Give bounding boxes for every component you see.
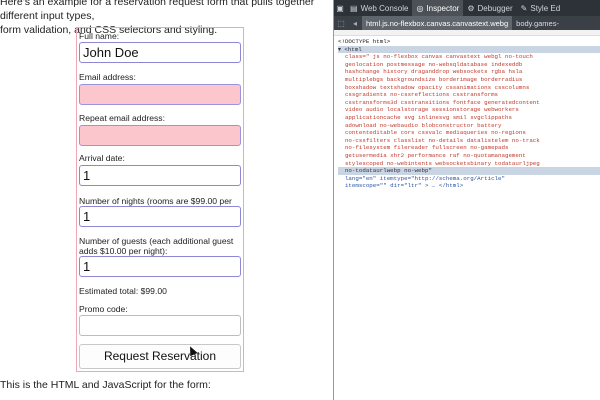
- markup-toolbar: [334, 30, 600, 36]
- markup-line[interactable]: adownload no-webaudio blobconstructor ba…: [338, 122, 600, 130]
- estimated-total: Estimated total: $99.00: [79, 286, 167, 296]
- tab-style-editor[interactable]: ✎ Style Ed: [517, 0, 565, 16]
- markup-view: <!DOCTYPE html> ▾ <html class=" js no-fl…: [338, 38, 600, 190]
- markup-line[interactable]: itemscope="" dir="ltr" > … </html>: [338, 182, 600, 190]
- devtools-tab-bar: ▣ ▤ Web Console ◎ Inspector ⚙ Debugger ✎…: [334, 0, 600, 16]
- devtools-close-icon[interactable]: ▣: [334, 0, 346, 16]
- nights-input[interactable]: 1: [79, 206, 241, 227]
- markup-line[interactable]: no-cssfilters classlist no-details datal…: [338, 137, 600, 145]
- guests-input[interactable]: 1: [79, 256, 241, 277]
- full-name-input[interactable]: John Doe: [79, 42, 241, 63]
- markup-line[interactable]: multiplebgs backgroundsize borderimage b…: [338, 76, 600, 84]
- tab-debugger[interactable]: ⚙ Debugger: [463, 0, 516, 16]
- article-page: Here's an example for a reservation requ…: [0, 0, 333, 400]
- tab-inspector[interactable]: ◎ Inspector: [412, 0, 464, 16]
- repeat-email-input[interactable]: [79, 125, 241, 146]
- markup-line[interactable]: class=" js no-flexbox canvas canvastext …: [338, 53, 600, 61]
- markup-line[interactable]: csstransforms3d csstransitions fontface …: [338, 99, 600, 107]
- repeat-email-label: Repeat email address:: [79, 113, 165, 123]
- markup-line[interactable]: video audio localstorage sessionstorage …: [338, 106, 600, 114]
- breadcrumb-item-html[interactable]: html.js.no-flexbox.canvas.canvastext.web…: [362, 16, 513, 30]
- outro-paragraph: This is the HTML and JavaScript for the …: [0, 379, 211, 391]
- markup-line[interactable]: getusermedia xhr2 performance raf no-quo…: [338, 152, 600, 160]
- reservation-form: Full name: John Doe Email address: Repea…: [76, 27, 244, 372]
- markup-line[interactable]: hashchange history draganddrop websocket…: [338, 68, 600, 76]
- arrival-date-input[interactable]: 1: [79, 165, 241, 186]
- markup-line[interactable]: boxshadow textshadow opacity cssanimatio…: [338, 84, 600, 92]
- guests-label: Number of guests (each additional guest …: [79, 236, 234, 256]
- markup-line[interactable]: cssgradients no-cssreflections csstransf…: [338, 91, 600, 99]
- promo-code-input[interactable]: [79, 315, 241, 336]
- markup-line[interactable]: ▾ <html: [338, 45, 600, 54]
- markup-line[interactable]: applicationcache svg inlinesvg smil svgc…: [338, 114, 600, 122]
- markup-line[interactable]: no-todataurlwebp no-webp": [338, 167, 600, 175]
- markup-line[interactable]: geolocation postmessage no-websqldatabas…: [338, 61, 600, 69]
- intro-line-1: Here's an example for a reservation requ…: [0, 0, 315, 22]
- breadcrumb-scroll-left-icon[interactable]: ◂: [348, 16, 362, 30]
- request-reservation-button[interactable]: Request Reservation: [79, 344, 241, 369]
- console-icon: ▤: [350, 3, 358, 13]
- markup-line[interactable]: no-filesystem filereader fullscreen no-g…: [338, 144, 600, 152]
- promo-code-label: Promo code:: [79, 304, 128, 314]
- full-name-label: Full name:: [79, 31, 120, 41]
- email-input[interactable]: [79, 84, 241, 105]
- element-picker-icon[interactable]: ⬚: [334, 16, 348, 30]
- breadcrumb-item-body[interactable]: body.games-: [512, 16, 563, 30]
- markup-line[interactable]: contenteditable cors cssvalc mediaquerie…: [338, 129, 600, 137]
- debugger-icon: ⚙: [467, 3, 475, 13]
- inspector-icon: ◎: [416, 3, 424, 13]
- devtools-panel: ▣ ▤ Web Console ◎ Inspector ⚙ Debugger ✎…: [333, 0, 600, 400]
- tab-web-console[interactable]: ▤ Web Console: [346, 0, 412, 16]
- arrival-date-label: Arrival date:: [79, 153, 125, 163]
- email-label: Email address:: [79, 72, 136, 82]
- markup-line[interactable]: stylescoped no-webintents websocketsbina…: [338, 160, 600, 168]
- markup-line[interactable]: <!DOCTYPE html>: [338, 38, 600, 46]
- inspector-breadcrumb: ⬚ ◂ html.js.no-flexbox.canvas.canvastext…: [334, 16, 600, 30]
- markup-line[interactable]: lang="en" itemtype="http://schema.org/Ar…: [338, 175, 600, 183]
- style-editor-icon: ✎: [520, 3, 528, 13]
